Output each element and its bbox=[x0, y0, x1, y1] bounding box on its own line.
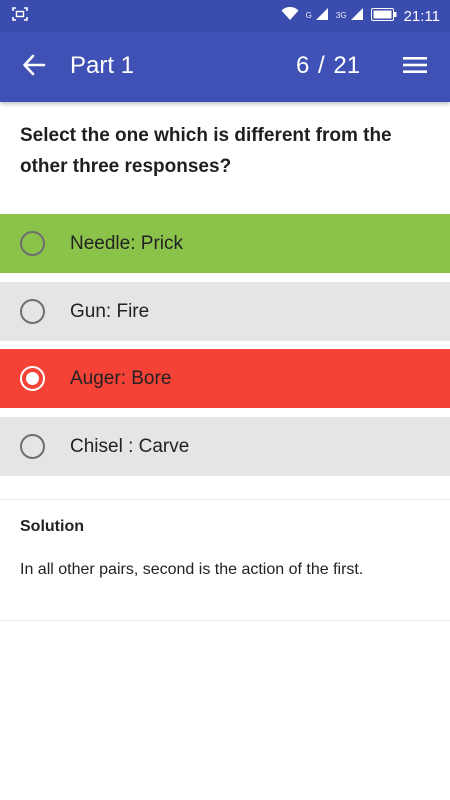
radio-button[interactable] bbox=[20, 299, 45, 324]
option-item[interactable]: Auger: Bore bbox=[0, 349, 450, 408]
option-label: Gun: Fire bbox=[70, 300, 150, 322]
option-label: Needle: Prick bbox=[70, 232, 183, 254]
signal-icon bbox=[315, 7, 329, 25]
signal-icon-2 bbox=[350, 7, 364, 25]
status-time: 21:11 bbox=[403, 7, 440, 25]
network-type-label: G bbox=[305, 11, 312, 20]
battery-icon bbox=[370, 7, 397, 25]
solution-heading: Solution bbox=[20, 518, 84, 535]
radio-button[interactable] bbox=[20, 231, 45, 256]
option-item[interactable]: Needle: Prick bbox=[0, 214, 450, 273]
app-bar: Part 1 6 / 21 bbox=[0, 32, 450, 102]
option-label: Auger: Bore bbox=[70, 367, 172, 389]
option-item[interactable]: Chisel : Carve bbox=[0, 417, 450, 476]
arrow-left-icon bbox=[22, 54, 46, 81]
question-text: Select the one which is different from t… bbox=[20, 125, 392, 177]
solution-text: In all other pairs, second is the action… bbox=[20, 561, 364, 578]
option-label: Chisel : Carve bbox=[70, 435, 190, 457]
question-progress: 6 / 21 bbox=[296, 52, 361, 79]
option-item[interactable]: Gun: Fire bbox=[0, 282, 450, 341]
wifi-icon bbox=[281, 6, 299, 25]
status-bar: G 3G 21:11 bbox=[0, 0, 450, 32]
divider bbox=[0, 620, 450, 621]
page-title: Part 1 bbox=[70, 52, 135, 79]
network-type-label-2: 3G bbox=[335, 11, 347, 20]
menu-icon bbox=[402, 55, 428, 80]
divider bbox=[0, 499, 450, 500]
screenshot-icon bbox=[12, 6, 28, 26]
radio-button-selected[interactable] bbox=[20, 366, 45, 391]
back-button[interactable] bbox=[18, 53, 50, 81]
radio-button[interactable] bbox=[20, 434, 45, 459]
menu-button[interactable] bbox=[398, 53, 432, 81]
